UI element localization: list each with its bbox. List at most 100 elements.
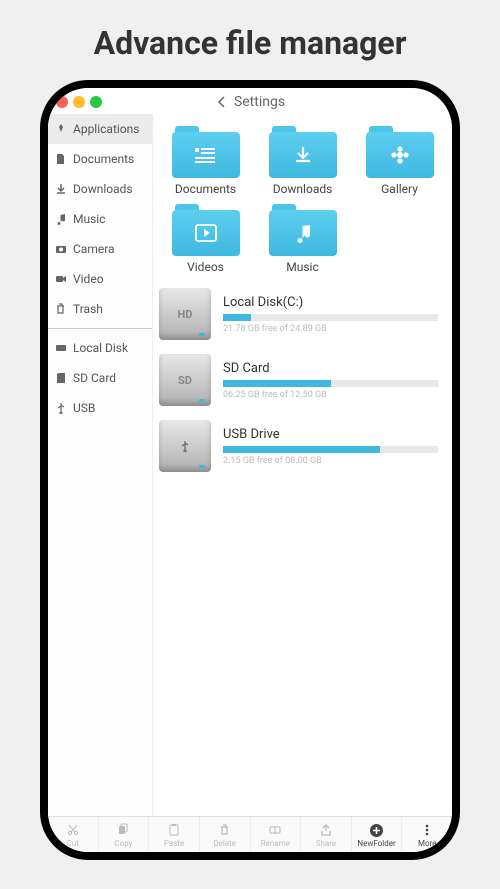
sidebar-item-usb[interactable]: USB [48, 393, 152, 423]
plus-icon [369, 822, 385, 838]
sd-icon [54, 372, 67, 385]
toolbar-newfolder-button[interactable]: NewFolder [352, 817, 403, 852]
sidebar-item-localdisk[interactable]: Local Disk [48, 333, 152, 363]
sidebar-item-downloads[interactable]: Downloads [48, 174, 152, 204]
folder-label: Gallery [381, 182, 418, 196]
disk-icon [54, 342, 67, 355]
content: Applications Documents Downloads Music Camer… [48, 114, 452, 816]
drive-info: SD Card 06.25 GB free of 12.50 GB [223, 361, 446, 400]
sidebar-item-trash[interactable]: Trash [48, 294, 152, 324]
sidebar-item-camera[interactable]: Camera [48, 234, 152, 264]
list-icon [193, 145, 219, 165]
folder-icon [269, 204, 337, 256]
folder-label: Downloads [273, 182, 333, 196]
doc-icon [54, 153, 67, 166]
drive-list: HD Local Disk(C:) 21.78 GB free of 24.89… [159, 288, 446, 472]
folder-icon [172, 126, 240, 178]
drive-name: SD Card [223, 361, 438, 376]
drive-icon: SD [159, 354, 211, 406]
rename-icon [267, 822, 283, 838]
folder-gallery[interactable]: Gallery [353, 126, 446, 196]
toolbar-label: NewFolder [357, 839, 395, 848]
download-icon [54, 183, 67, 196]
sidebar-item-label: SD Card [73, 371, 116, 385]
camera-icon [54, 243, 67, 256]
sidebar-divider [48, 328, 152, 329]
sidebar-item-applications[interactable]: Applications [48, 114, 152, 144]
sidebar-item-label: Music [73, 212, 105, 226]
sidebar-item-label: Applications [73, 122, 139, 136]
copy-icon [115, 822, 131, 838]
window-controls [56, 96, 102, 108]
music-icon [292, 222, 314, 244]
download-icon [292, 144, 314, 166]
rocket-icon [54, 123, 67, 136]
sidebar-item-label: Documents [73, 152, 134, 166]
toolbar-paste-button[interactable]: Paste [149, 817, 200, 852]
sidebar-item-sdcard[interactable]: SD Card [48, 363, 152, 393]
drive-icon: HD [159, 288, 211, 340]
folder-music[interactable]: Music [256, 204, 349, 274]
drive-free-text: 21.78 GB free of 24.89 GB [223, 324, 438, 334]
sidebar-item-label: Trash [73, 302, 103, 316]
window-close-icon[interactable] [56, 96, 68, 108]
toolbar-cut-button[interactable]: Cut [48, 817, 99, 852]
sidebar-item-music[interactable]: Music [48, 204, 152, 234]
sidebar: Applications Documents Downloads Music Camer… [48, 114, 153, 816]
drive-usage-fill [223, 314, 251, 321]
folder-videos[interactable]: Videos [159, 204, 252, 274]
drive-name: Local Disk(C:) [223, 295, 438, 310]
toolbar-label: Delete [213, 839, 236, 848]
main-panel: Documents Downloads Gallery Videos Music HD … [153, 114, 452, 816]
drive-usage-bar [223, 446, 438, 453]
toolbar-rename-button[interactable]: Rename [251, 817, 302, 852]
folder-documents[interactable]: Documents [159, 126, 252, 196]
drive-icon [159, 420, 211, 472]
sidebar-item-video[interactable]: Video [48, 264, 152, 294]
folder-icon [366, 126, 434, 178]
toolbar-share-button[interactable]: Share [301, 817, 352, 852]
drive-usage-bar [223, 314, 438, 321]
dots-icon [419, 822, 435, 838]
drive-free-text: 2.15 GB free of 08.00 GB [223, 456, 438, 466]
drive-usage-fill [223, 380, 331, 387]
folder-label: Music [286, 260, 318, 274]
toolbar-delete-button[interactable]: Delete [200, 817, 251, 852]
window-maximize-icon[interactable] [90, 96, 102, 108]
sidebar-item-documents[interactable]: Documents [48, 144, 152, 174]
bottom-toolbar: Cut Copy Paste Delete Rename Share NewFolder Mo… [48, 816, 452, 852]
back-chevron-icon[interactable] [216, 96, 228, 108]
toolbar-label: Cut [67, 839, 79, 848]
clipboard-icon [166, 822, 182, 838]
folder-label: Documents [175, 182, 236, 196]
drive-sd[interactable]: SD SD Card 06.25 GB free of 12.50 GB [159, 354, 446, 406]
drive-name: USB Drive [223, 427, 438, 442]
folder-label: Videos [187, 260, 224, 274]
video-icon [54, 273, 67, 286]
drive-c[interactable]: HD Local Disk(C:) 21.78 GB free of 24.89… [159, 288, 446, 340]
page-heading: Advance file manager [0, 0, 500, 80]
toolbar-label: Paste [164, 839, 184, 848]
header-title-area: Settings [106, 94, 395, 110]
sidebar-item-label: Camera [73, 242, 115, 256]
toolbar-copy-button[interactable]: Copy [99, 817, 150, 852]
drive-usage-fill [223, 446, 380, 453]
toolbar-label: Rename [261, 839, 290, 848]
trash-icon [54, 303, 67, 316]
sidebar-item-label: USB [73, 401, 95, 415]
drive-info: USB Drive 2.15 GB free of 08.00 GB [223, 427, 446, 466]
drive-info: Local Disk(C:) 21.78 GB free of 24.89 GB [223, 295, 446, 334]
window-minimize-icon[interactable] [73, 96, 85, 108]
sidebar-item-label: Local Disk [73, 341, 128, 355]
toolbar-more-button[interactable]: More [402, 817, 452, 852]
drive-usb[interactable]: USB Drive 2.15 GB free of 08.00 GB [159, 420, 446, 472]
toolbar-label: More [418, 839, 436, 848]
folder-grid: Documents Downloads Gallery Videos Music [159, 126, 446, 274]
folder-downloads[interactable]: Downloads [256, 126, 349, 196]
play-icon [194, 223, 218, 243]
toolbar-label: Share [316, 839, 336, 848]
share-icon [318, 822, 334, 838]
sidebar-item-label: Downloads [73, 182, 133, 196]
sidebar-item-label: Video [73, 272, 104, 286]
scissors-icon [65, 822, 81, 838]
